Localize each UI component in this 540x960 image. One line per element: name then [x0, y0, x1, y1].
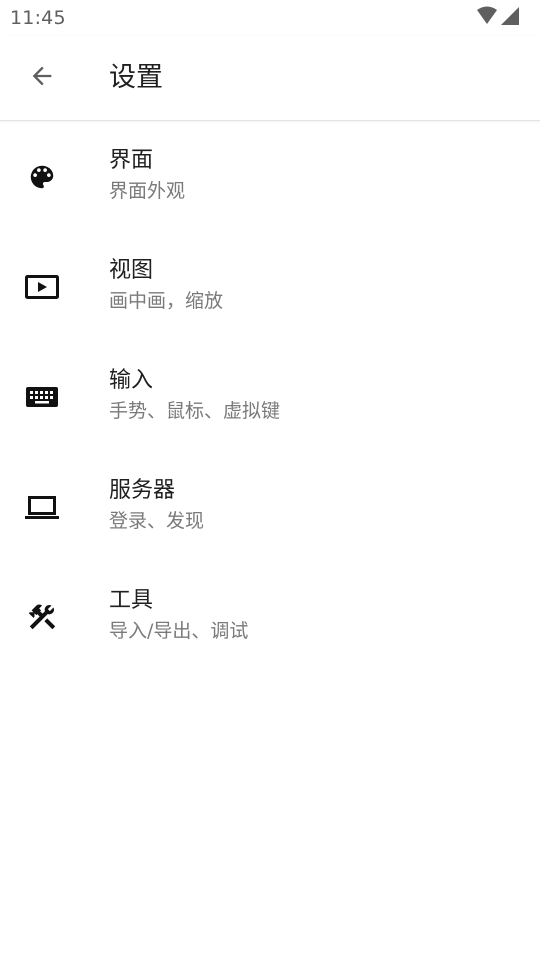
- wifi-icon: [476, 6, 498, 30]
- settings-item-tools[interactable]: 工具 导入/导出、调试: [0, 562, 540, 672]
- arrow-back-icon: [28, 62, 56, 94]
- settings-item-title: 视图: [109, 258, 154, 283]
- palette-icon: [22, 157, 62, 197]
- laptop-icon: [22, 487, 62, 527]
- status-bar: 11:45: [0, 0, 540, 36]
- settings-item-interface[interactable]: 界面 界面外观: [0, 122, 540, 232]
- back-button[interactable]: [18, 54, 66, 102]
- settings-item-title: 界面: [109, 148, 154, 173]
- settings-item-title: 服务器: [109, 478, 176, 503]
- page-title: 设置: [109, 62, 163, 93]
- keyboard-icon: [22, 377, 62, 417]
- settings-item-subtitle: 界面外观: [109, 180, 186, 202]
- status-icons: [476, 6, 520, 30]
- settings-item-input[interactable]: 输入 手势、鼠标、虚拟键: [0, 342, 540, 452]
- tools-icon: [22, 597, 62, 637]
- settings-list: 界面 界面外观 视图 画中画，缩放 输入 手势、鼠标、虚拟键 服务器 登录、发现…: [0, 122, 540, 672]
- status-time: 11:45: [10, 7, 66, 29]
- settings-item-subtitle: 画中画，缩放: [109, 290, 224, 312]
- settings-item-title: 工具: [109, 588, 154, 613]
- settings-item-subtitle: 登录、发现: [109, 510, 205, 532]
- settings-item-title: 输入: [109, 368, 154, 393]
- settings-item-subtitle: 导入/导出、调试: [109, 620, 249, 642]
- settings-item-server[interactable]: 服务器 登录、发现: [0, 452, 540, 562]
- cellular-signal-icon: [500, 6, 520, 30]
- video-display-icon: [22, 267, 62, 307]
- settings-item-view[interactable]: 视图 画中画，缩放: [0, 232, 540, 342]
- settings-item-subtitle: 手势、鼠标、虚拟键: [109, 400, 281, 422]
- app-bar: 设置: [0, 36, 540, 121]
